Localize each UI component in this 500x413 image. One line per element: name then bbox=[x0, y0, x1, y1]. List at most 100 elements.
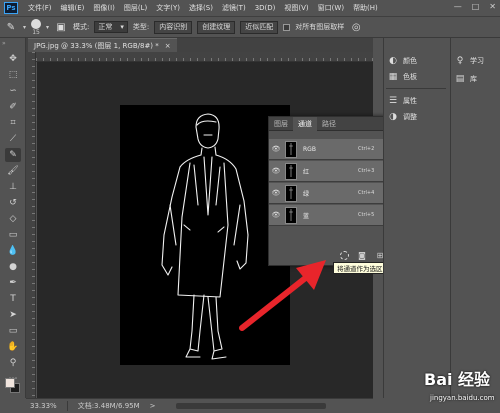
menu-edit[interactable]: 编辑(E) bbox=[61, 3, 85, 13]
panel-libraries-label: 库 bbox=[470, 75, 477, 83]
panel-learn-label: 学习 bbox=[470, 57, 484, 65]
eraser-tool-icon[interactable]: ◇ bbox=[5, 212, 21, 226]
tab-layers[interactable]: 图层 bbox=[269, 117, 293, 131]
tab-channels[interactable]: 通道 bbox=[293, 117, 317, 131]
document-title: JPG.jpg @ 33.3% (图层 1, RGB/8#) * bbox=[34, 41, 159, 50]
zoom-tool-icon[interactable]: ⚲ bbox=[5, 356, 21, 370]
watermark: Bai 经验 jingyan.baidu.com bbox=[406, 366, 498, 410]
shape-tool-icon[interactable]: ▭ bbox=[5, 324, 21, 338]
create-texture-button[interactable]: 创建纹理 bbox=[197, 20, 236, 34]
mode-label: 模式: bbox=[73, 23, 90, 31]
close-tab-icon[interactable]: × bbox=[165, 42, 171, 50]
proximity-match-button[interactable]: 近似匹配 bbox=[240, 20, 279, 34]
menu-file[interactable]: 文件(F) bbox=[28, 3, 52, 13]
clone-stamp-tool-icon[interactable]: ⊥ bbox=[5, 180, 21, 194]
channel-shortcut: Ctrl+3 bbox=[358, 168, 375, 174]
channel-shortcut: Ctrl+4 bbox=[358, 190, 375, 196]
crop-tool-icon[interactable]: ⌗ bbox=[5, 116, 21, 130]
healing-brush-icon[interactable]: ✎ bbox=[4, 20, 18, 34]
hand-tool-icon[interactable]: ✋ bbox=[5, 340, 21, 354]
panel-properties-label: 属性 bbox=[403, 97, 417, 105]
menu-3d[interactable]: 3D(D) bbox=[255, 4, 276, 12]
load-channel-as-selection-icon[interactable] bbox=[340, 250, 349, 260]
sample-all-layers-label: 对所有图层取样 bbox=[295, 23, 345, 31]
brush-preset-picker[interactable]: 15 bbox=[31, 18, 42, 36]
horizontal-scrollbar[interactable] bbox=[175, 403, 326, 409]
panel-adjustments-label: 调整 bbox=[403, 113, 417, 121]
type-label: 类型: bbox=[132, 23, 150, 31]
brush-settings-icon[interactable]: ▣ bbox=[54, 20, 68, 34]
brush-picker-arrow-icon[interactable]: ▾ bbox=[46, 24, 49, 31]
close-button[interactable]: ✕ bbox=[489, 2, 496, 11]
brush-tip-icon bbox=[31, 18, 42, 29]
brush-size-value: 15 bbox=[32, 28, 40, 36]
menu-help[interactable]: 帮助(H) bbox=[353, 3, 378, 13]
learn-icon: ♀ bbox=[456, 56, 464, 66]
dodge-tool-icon[interactable]: ● bbox=[5, 260, 21, 274]
watermark-brand: Bai 经验 bbox=[424, 370, 491, 389]
document-tab[interactable]: JPG.jpg @ 33.3% (图层 1, RGB/8#) * × bbox=[28, 38, 177, 52]
save-selection-as-channel-icon[interactable]: ◙ bbox=[357, 250, 367, 260]
maximize-button[interactable]: □ bbox=[472, 2, 480, 11]
pen-tool-icon[interactable]: ✒ bbox=[5, 276, 21, 290]
menu-filter[interactable]: 滤镜(T) bbox=[222, 3, 246, 13]
eye-icon[interactable]: 👁 bbox=[269, 145, 283, 153]
panel-color[interactable]: ◐ 颜色 bbox=[388, 54, 417, 68]
gradient-tool-icon[interactable]: ▭ bbox=[5, 228, 21, 242]
content-aware-button[interactable]: 内容识别 bbox=[154, 20, 193, 34]
menu-window[interactable]: 窗口(W) bbox=[318, 3, 344, 13]
menu-bar: Ps 文件(F) 编辑(E) 图像(I) 图层(L) 文字(Y) 选择(S) 滤… bbox=[0, 0, 500, 16]
eyedropper-tool-icon[interactable]: ⟋ bbox=[5, 132, 21, 146]
quick-select-tool-icon[interactable]: ✐ bbox=[5, 100, 21, 114]
panel-dock: ◐ 颜色 ▦ 色板 ☰ 属性 ◑ 调整 bbox=[383, 38, 448, 398]
panel-swatches-label: 色板 bbox=[403, 73, 417, 81]
move-tool-icon[interactable]: ✥ bbox=[5, 52, 21, 66]
mode-select[interactable]: 正常 ▾ bbox=[94, 21, 128, 33]
panel-properties[interactable]: ☰ 属性 bbox=[388, 94, 417, 108]
zoom-level[interactable]: 33.33% bbox=[30, 402, 57, 410]
color-icon: ◐ bbox=[389, 56, 397, 66]
watermark-url: jingyan.baidu.com bbox=[430, 394, 495, 402]
menu-select[interactable]: 选择(S) bbox=[189, 3, 213, 13]
channel-name: 绿 bbox=[303, 190, 310, 198]
divider bbox=[66, 401, 68, 411]
history-brush-tool-icon[interactable]: ↺ bbox=[5, 196, 21, 210]
sample-all-layers-checkbox[interactable] bbox=[283, 23, 291, 31]
vertical-ruler bbox=[26, 52, 36, 398]
menu-type[interactable]: 文字(Y) bbox=[156, 3, 180, 13]
foreground-color-swatch[interactable] bbox=[5, 378, 15, 388]
menu-view[interactable]: 视图(V) bbox=[284, 3, 308, 13]
menu-layer[interactable]: 图层(L) bbox=[124, 3, 147, 13]
collapse-icon[interactable]: » bbox=[2, 40, 6, 47]
status-bar: 33.33% 文档:3.48M/6.95M > bbox=[26, 398, 373, 413]
panel-learn[interactable]: ♀ 学习 bbox=[455, 54, 484, 68]
libraries-icon: ▤ bbox=[455, 74, 465, 84]
panel-dock-secondary: ♀ 学习 ▤ 库 bbox=[450, 38, 500, 398]
healing-brush-tool-icon[interactable]: ✎ bbox=[5, 148, 21, 162]
preset-dropdown-icon[interactable]: ▾ bbox=[23, 24, 26, 31]
channel-name: RGB bbox=[303, 145, 316, 153]
photoshop-logo: Ps bbox=[4, 2, 18, 14]
lasso-tool-icon[interactable]: ∽ bbox=[5, 84, 21, 98]
marquee-tool-icon[interactable]: ⬚ bbox=[5, 68, 21, 82]
divider bbox=[386, 88, 446, 89]
tab-paths[interactable]: 路径 bbox=[317, 117, 341, 131]
panel-adjustments[interactable]: ◑ 调整 bbox=[388, 110, 417, 124]
path-select-tool-icon[interactable]: ➤ bbox=[5, 308, 21, 322]
blur-tool-icon[interactable]: 💧 bbox=[5, 244, 21, 258]
panel-libraries[interactable]: ▤ 库 bbox=[455, 72, 477, 86]
menu-image[interactable]: 图像(I) bbox=[93, 3, 115, 13]
eye-icon[interactable]: 👁 bbox=[269, 167, 283, 175]
type-tool-icon[interactable]: T bbox=[5, 292, 21, 306]
minimize-button[interactable]: — bbox=[454, 2, 462, 11]
eye-icon[interactable]: 👁 bbox=[269, 211, 283, 219]
pressure-size-icon[interactable]: ◎ bbox=[349, 20, 363, 34]
status-menu-arrow[interactable]: > bbox=[150, 402, 156, 410]
channel-thumbnail bbox=[285, 140, 297, 158]
mode-value: 正常 bbox=[98, 23, 113, 31]
panel-swatches[interactable]: ▦ 色板 bbox=[388, 70, 417, 84]
channel-shortcut: Ctrl+2 bbox=[358, 146, 375, 152]
eye-icon[interactable]: 👁 bbox=[269, 189, 283, 197]
document-tab-bar: JPG.jpg @ 33.3% (图层 1, RGB/8#) * × bbox=[26, 38, 373, 52]
brush-tool-icon[interactable]: 🖌 bbox=[5, 164, 21, 178]
